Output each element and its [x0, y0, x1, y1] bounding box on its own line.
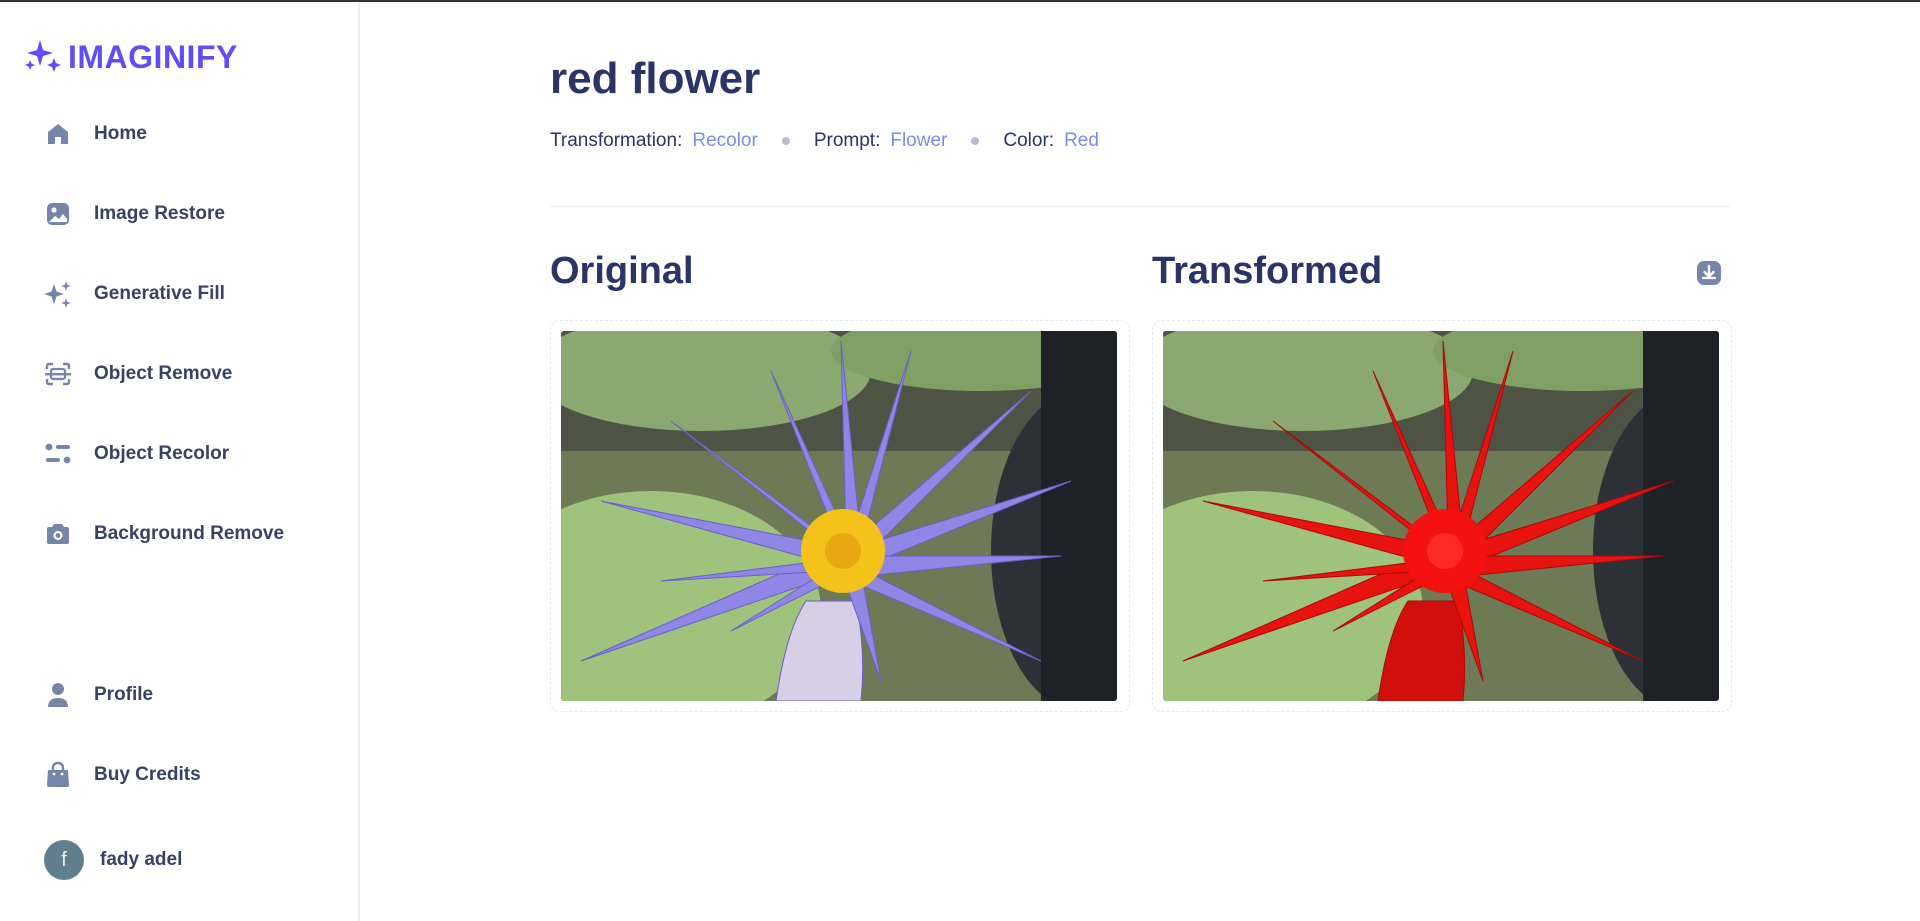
camera-icon: [44, 520, 72, 548]
transformed-section: Transformed: [1152, 250, 1732, 712]
stars-icon: [44, 280, 72, 308]
image-icon: [44, 200, 72, 228]
sidebar-item-label: Buy Credits: [94, 764, 201, 785]
sidebar-item-home[interactable]: Home: [26, 106, 336, 162]
scan-icon: [44, 360, 72, 388]
divider: [550, 206, 1730, 207]
separator-dot: [781, 137, 790, 145]
prompt-value: Flower: [890, 130, 948, 151]
filter-icon: [44, 440, 72, 468]
original-flower-photo: [561, 331, 1117, 701]
home-icon: [44, 120, 72, 148]
sidebar-item-label: Background Remove: [94, 523, 285, 544]
sidebar-item-generative-fill[interactable]: Generative Fill: [26, 266, 336, 322]
sidebar-item-background-remove[interactable]: Background Remove: [26, 506, 336, 562]
bag-icon: [44, 761, 72, 789]
sidebar-item-buy-credits[interactable]: Buy Credits: [26, 747, 336, 803]
sidebar-item-object-remove[interactable]: Object Remove: [26, 346, 336, 402]
original-section: Original: [550, 250, 1130, 712]
color-value: Red: [1064, 130, 1099, 151]
transformed-heading: Transformed: [1152, 250, 1383, 292]
sidebar-item-label: Image Restore: [94, 203, 225, 224]
user-name: fady adel: [100, 849, 183, 870]
sidebar-item-object-recolor[interactable]: Object Recolor: [26, 426, 336, 482]
sidebar-bottom-nav: Profile Buy Credits: [26, 667, 336, 827]
sidebar: IMAGINIFY Home Image Restore Generative …: [0, 2, 360, 921]
app-logo[interactable]: IMAGINIFY: [24, 38, 238, 77]
sidebar-item-image-restore[interactable]: Image Restore: [26, 186, 336, 242]
sidebar-item-profile[interactable]: Profile: [26, 667, 336, 723]
logo-sparkle-icon: [24, 38, 62, 77]
user-menu[interactable]: f fady adel: [44, 840, 182, 880]
profile-icon: [44, 681, 72, 709]
prompt-label: Prompt:: [813, 130, 881, 151]
avatar[interactable]: f: [44, 840, 84, 880]
transformation-value: Recolor: [692, 130, 758, 151]
transformed-image-frame: [1152, 320, 1732, 712]
sidebar-item-label: Home: [94, 123, 147, 144]
separator-dot: [971, 137, 980, 145]
transformed-flower-photo: [1163, 331, 1719, 701]
original-heading: Original: [550, 250, 694, 292]
download-icon[interactable]: [1694, 258, 1724, 288]
transformed-image[interactable]: [1163, 331, 1719, 701]
app-name: IMAGINIFY: [68, 39, 238, 75]
page-title: red flower: [550, 54, 761, 103]
original-image[interactable]: [561, 331, 1117, 701]
original-image-frame: [550, 320, 1130, 712]
sidebar-item-label: Profile: [94, 684, 154, 705]
sidebar-item-label: Generative Fill: [94, 283, 225, 304]
sidebar-item-label: Object Remove: [94, 363, 233, 384]
sidebar-item-label: Object Recolor: [94, 443, 230, 464]
transformation-details: Transformation: Recolor Prompt: Flower C…: [550, 130, 1099, 152]
color-label: Color:: [1003, 130, 1055, 151]
sidebar-nav: Home Image Restore Generative Fill Objec…: [26, 106, 336, 586]
transformation-label: Transformation:: [550, 130, 683, 151]
